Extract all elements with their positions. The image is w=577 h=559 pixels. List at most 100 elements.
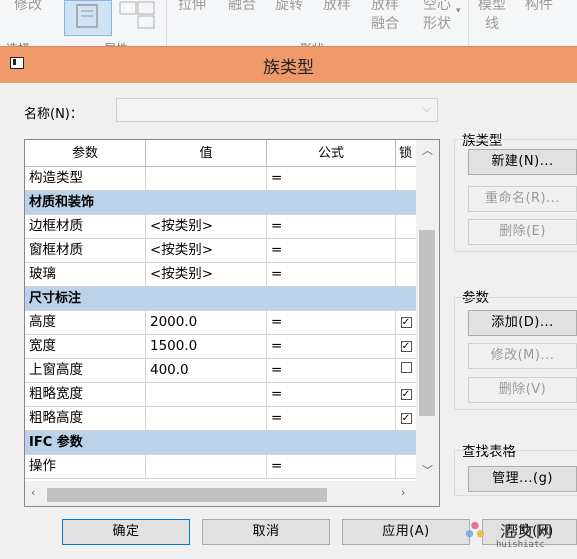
family-types-icon[interactable] — [118, 0, 158, 34]
ribbon: 修改 拉伸 融合 旋转 放样 放样 融合 空心 形状 ▾ 模型 线 构件 选择 … — [0, 0, 577, 49]
ribbon-sweep-button[interactable]: 放样 — [323, 0, 351, 15]
lock-cell[interactable]: ✓ — [396, 335, 417, 359]
parameter-formula-cell[interactable]: = — [267, 167, 396, 191]
lock-checkbox[interactable]: ✓ — [400, 389, 412, 400]
dialog-titlebar[interactable]: 族类型 — [0, 47, 577, 83]
parameter-value-cell[interactable] — [146, 407, 267, 431]
parameter-formula-cell[interactable]: = — [267, 407, 396, 431]
parameter-formula-cell[interactable]: = — [267, 335, 396, 359]
lock-cell[interactable] — [396, 359, 417, 383]
parameter-row[interactable]: 边框材质 <按类别> = — [25, 215, 417, 239]
scroll-up-icon[interactable]: ︿ — [422, 142, 433, 158]
parameter-name-cell[interactable]: 边框材质 — [25, 215, 146, 239]
vertical-scroll-thumb[interactable] — [419, 230, 435, 416]
parameter-formula-cell[interactable]: = — [267, 263, 396, 287]
ok-button[interactable]: 确定 — [62, 519, 190, 545]
column-header-parameter[interactable]: 参数 — [25, 140, 146, 167]
ribbon-swept-blend-button[interactable]: 放样 融合 — [371, 0, 399, 34]
column-header-lock[interactable]: 锁 — [396, 140, 417, 167]
lock-checkbox[interactable]: ✓ — [400, 341, 412, 352]
parameter-value-cell[interactable] — [146, 167, 267, 191]
watermark-subtext: huishiatc — [496, 540, 545, 550]
apply-button[interactable]: 应用(A) — [342, 519, 470, 545]
vertical-scrollbar[interactable]: ︿ ﹀ — [416, 140, 439, 506]
ribbon-component-button[interactable]: 构件 — [525, 0, 553, 15]
lock-checkbox[interactable]: ✓ — [400, 317, 412, 328]
parameter-formula-cell[interactable]: = — [267, 359, 396, 383]
parameter-name-cell[interactable]: 玻璃 — [25, 263, 146, 287]
ribbon-revolve-button[interactable]: 旋转 — [275, 0, 303, 15]
parameter-value-cell[interactable]: 2000.0 — [146, 311, 267, 335]
parameter-name-cell[interactable]: 宽度 — [25, 335, 146, 359]
parameter-row[interactable]: 粗略宽度 = ✓ — [25, 383, 417, 407]
parameter-value-cell[interactable]: 400.0 — [146, 359, 267, 383]
parameter-row[interactable]: 构造类型 = — [25, 167, 417, 191]
name-select[interactable]: ⌵ — [116, 98, 438, 122]
column-header-formula[interactable]: 公式 — [267, 140, 396, 167]
scroll-left-icon[interactable]: ‹ — [31, 486, 35, 499]
group-header-row[interactable]: 尺寸标注 — [25, 287, 417, 311]
parameters-grid[interactable]: 参数 值 公式 锁 构造类型 = 材质和装饰 边框材质 <按类别> = 窗框材质 <按类别> =… — [24, 139, 440, 507]
parameter-name-cell[interactable]: 粗略高度 — [25, 407, 146, 431]
parameter-value-cell[interactable] — [146, 383, 267, 407]
parameter-row[interactable]: 高度 2000.0 = ✓ — [25, 311, 417, 335]
ribbon-blend-button[interactable]: 融合 — [228, 0, 256, 15]
ribbon-void-forms-button[interactable]: 空心 形状 — [423, 0, 451, 34]
parameter-row[interactable]: 宽度 1500.0 = ✓ — [25, 335, 417, 359]
parameter-name-cell[interactable]: 操作 — [25, 455, 146, 479]
parameter-name-cell[interactable]: 构造类型 — [25, 167, 146, 191]
lock-cell[interactable] — [396, 455, 417, 479]
parameter-value-cell[interactable]: 1500.0 — [146, 335, 267, 359]
cancel-button[interactable]: 取消 — [202, 519, 330, 545]
new-type-button[interactable]: 新建(N)... — [468, 149, 577, 175]
parameter-name-cell[interactable]: 上窗高度 — [25, 359, 146, 383]
lock-cell[interactable] — [396, 239, 417, 263]
parameter-name-cell[interactable]: 窗框材质 — [25, 239, 146, 263]
scroll-down-icon[interactable]: ﹀ — [422, 462, 433, 478]
lock-cell[interactable]: ✓ — [396, 407, 417, 431]
lock-checkbox[interactable]: ✓ — [400, 413, 412, 424]
delete-parameter-button[interactable]: 删除(V) — [468, 377, 577, 403]
manage-lookup-tables-button[interactable]: 管理...(g) — [468, 466, 577, 492]
lock-cell[interactable]: ✓ — [396, 311, 417, 335]
lock-cell[interactable] — [396, 167, 417, 191]
parameter-row[interactable]: 窗框材质 <按类别> = — [25, 239, 417, 263]
parameter-formula-cell[interactable]: = — [267, 383, 396, 407]
dialog-title: 族类型 — [263, 58, 314, 78]
add-parameter-button[interactable]: 添加(D)... — [468, 310, 577, 336]
void-forms-dropdown-icon[interactable]: ▾ — [456, 6, 461, 16]
delete-type-button[interactable]: 删除(E) — [468, 219, 577, 245]
parameter-value-cell[interactable] — [146, 455, 267, 479]
parameter-formula-cell[interactable]: = — [267, 215, 396, 239]
ribbon-extrusion-button[interactable]: 拉伸 — [178, 0, 206, 15]
parameter-value-cell[interactable]: <按类别> — [146, 215, 267, 239]
modify-parameter-button[interactable]: 修改(M)... — [468, 343, 577, 369]
parameter-formula-cell[interactable]: = — [267, 455, 396, 479]
scroll-right-icon[interactable]: › — [401, 486, 405, 499]
horizontal-scrollbar[interactable]: ‹ › — [25, 481, 417, 506]
group-header-row[interactable]: 材质和装饰 — [25, 191, 417, 215]
parameter-value-cell[interactable]: <按类别> — [146, 263, 267, 287]
watermark-logo-icon — [465, 521, 485, 538]
lock-cell[interactable]: ✓ — [396, 383, 417, 407]
lock-cell[interactable] — [396, 215, 417, 239]
parameter-row[interactable]: 上窗高度 400.0 = — [25, 359, 417, 383]
parameter-name-cell[interactable]: 粗略宽度 — [25, 383, 146, 407]
ribbon-modify-button[interactable]: 修改 — [14, 0, 42, 15]
name-label: 名称(N)： — [24, 107, 83, 122]
parameter-row[interactable]: 粗略高度 = ✓ — [25, 407, 417, 431]
lock-checkbox[interactable] — [400, 362, 412, 373]
rename-type-button[interactable]: 重命名(R)... — [468, 186, 577, 212]
parameter-value-cell[interactable]: <按类别> — [146, 239, 267, 263]
column-header-value[interactable]: 值 — [146, 140, 267, 167]
parameter-name-cell[interactable]: 高度 — [25, 311, 146, 335]
ribbon-model-line-button[interactable]: 模型 线 — [478, 0, 506, 34]
parameter-row[interactable]: 操作 = — [25, 455, 417, 479]
ribbon-properties-button[interactable] — [64, 0, 112, 36]
parameter-formula-cell[interactable]: = — [267, 239, 396, 263]
group-header-row[interactable]: IFC 参数 — [25, 431, 417, 455]
lock-cell[interactable] — [396, 263, 417, 287]
horizontal-scroll-thumb[interactable] — [47, 488, 327, 502]
parameter-formula-cell[interactable]: = — [267, 311, 396, 335]
parameter-row[interactable]: 玻璃 <按类别> = — [25, 263, 417, 287]
